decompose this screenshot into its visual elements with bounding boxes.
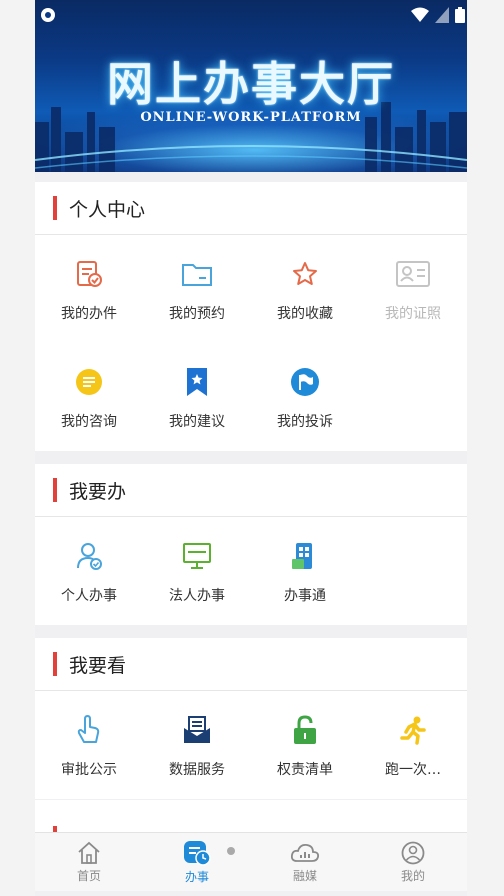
folder-icon — [180, 257, 214, 291]
chat-bubble-icon — [72, 365, 106, 399]
status-bar-left — [39, 6, 57, 24]
document-check-icon — [72, 257, 106, 291]
section-header: 我要办 — [35, 464, 467, 517]
my-cases-button[interactable]: 我的办件 — [35, 235, 143, 343]
affairs-pass-button[interactable]: 办事通 — [251, 517, 359, 625]
tab-services[interactable]: 办事 — [143, 833, 251, 891]
section-accent-bar — [53, 478, 57, 502]
my-favorites-button[interactable]: 我的收藏 — [251, 235, 359, 343]
status-bar-right — [411, 6, 465, 24]
tab-home[interactable]: 首页 — [35, 833, 143, 891]
lock-icon — [288, 713, 322, 747]
tab-label: 办事 — [184, 869, 209, 884]
section-accent-bar — [53, 652, 57, 676]
item-label: 我的预约 — [169, 306, 225, 322]
tab-label: 融媒 — [292, 868, 317, 883]
banner-title: 网上办事大厅 — [107, 57, 395, 111]
id-card-icon — [396, 257, 430, 291]
item-label: 我的建议 — [169, 414, 225, 430]
page-indicator-dot — [227, 847, 235, 855]
hand-pointer-icon — [72, 713, 106, 747]
signal-icon — [435, 7, 449, 23]
section-title: 我要办 — [69, 480, 127, 503]
legal-entity-affairs-button[interactable]: 法人办事 — [143, 517, 251, 625]
flag-icon — [288, 365, 322, 399]
data-services-button[interactable]: 数据服务 — [143, 691, 251, 799]
section-header: 个人中心 — [35, 182, 467, 235]
section-personal-center: 个人中心 我的办件 我的预约 我的收藏 我的证照 我的咨询 我的建议 我的投诉 — [35, 182, 467, 451]
item-label: 我的咨询 — [61, 414, 117, 430]
section-accent-bar — [53, 196, 57, 220]
item-label: 我的证照 — [385, 306, 441, 322]
battery-icon — [455, 7, 465, 23]
my-certificates-button[interactable]: 我的证照 — [359, 235, 467, 343]
section-title: 我要看 — [69, 654, 127, 677]
run-once-button[interactable]: 跑一次… — [359, 691, 467, 799]
star-icon — [288, 257, 322, 291]
my-complaints-button[interactable]: 我的投诉 — [251, 343, 359, 451]
section-i-want-to-do: 我要办 个人办事 法人办事 办事通 — [35, 464, 467, 625]
my-suggestions-button[interactable]: 我的建议 — [143, 343, 251, 451]
section-i-want-to-see: 我要看 审批公示 数据服务 权责清单 跑一次… — [35, 638, 467, 799]
app-screen: 网上办事大厅 ONLINE-WORK-PLATFORM 个人中心 我的办件 我的… — [35, 0, 467, 896]
wifi-icon — [411, 7, 429, 22]
cloud-chart-icon — [290, 843, 320, 862]
power-responsibility-list-button[interactable]: 权责清单 — [251, 691, 359, 799]
banner-subtitle: ONLINE-WORK-PLATFORM — [140, 110, 362, 125]
item-label: 权责清单 — [277, 762, 333, 778]
envelope-document-icon — [180, 713, 214, 747]
tab-label: 我的 — [400, 868, 425, 883]
section-title: 个人中心 — [69, 198, 146, 221]
section-header: 我要看 — [35, 638, 467, 691]
app-notification-icon — [41, 8, 55, 22]
item-label: 数据服务 — [169, 762, 225, 778]
item-label: 审批公示 — [61, 762, 117, 778]
my-appointments-button[interactable]: 我的预约 — [143, 235, 251, 343]
item-label: 我的投诉 — [277, 414, 333, 430]
item-label: 个人办事 — [61, 588, 117, 604]
item-label: 我的办件 — [61, 306, 117, 322]
item-label: 我的收藏 — [277, 306, 333, 322]
item-label: 跑一次… — [385, 762, 441, 778]
bottom-tab-bar: 首页 办事 融媒 我的 — [35, 832, 467, 891]
home-icon — [78, 841, 100, 864]
tab-media[interactable]: 融媒 — [251, 833, 359, 891]
running-person-icon — [396, 713, 430, 747]
personal-affairs-button[interactable]: 个人办事 — [35, 517, 143, 625]
monitor-icon — [180, 539, 214, 573]
tab-mine[interactable]: 我的 — [359, 833, 467, 891]
user-icon — [72, 539, 106, 573]
tab-label: 首页 — [76, 868, 101, 883]
approval-publicity-button[interactable]: 审批公示 — [35, 691, 143, 799]
document-clock-icon — [184, 840, 211, 866]
item-label: 办事通 — [284, 588, 326, 604]
my-inquiries-button[interactable]: 我的咨询 — [35, 343, 143, 451]
item-label: 法人办事 — [169, 588, 225, 604]
banner[interactable]: 网上办事大厅 ONLINE-WORK-PLATFORM — [35, 0, 467, 172]
building-mobile-icon — [288, 539, 322, 573]
user-circle-icon — [401, 841, 425, 864]
bookmark-star-icon — [180, 365, 214, 399]
